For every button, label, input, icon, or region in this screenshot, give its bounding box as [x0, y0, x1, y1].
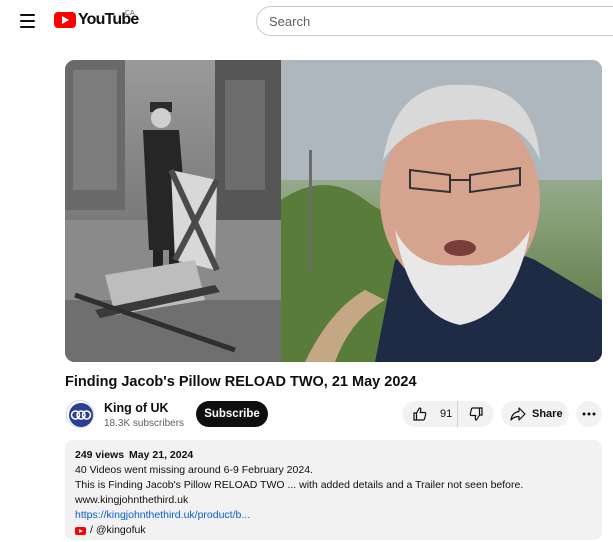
subscribe-button[interactable]: Subscribe	[196, 401, 268, 427]
share-label: Share	[532, 408, 563, 420]
channel-handle-row[interactable]: / @kingofuk	[75, 523, 592, 538]
channel-avatar[interactable]	[66, 400, 94, 428]
share-button[interactable]: Share	[501, 401, 569, 427]
video-thumbnail	[65, 60, 602, 362]
dislike-button[interactable]	[458, 401, 494, 427]
top-bar: YouTube CA Search	[0, 0, 613, 44]
channel-name[interactable]: King of UK	[104, 401, 169, 415]
description-link[interactable]: https://kingjohnthethird.uk/product/b...	[75, 509, 250, 521]
more-actions-button[interactable]	[576, 401, 602, 427]
view-count: 249 views	[75, 449, 125, 461]
description-line: www.kingjohnthethird.uk	[75, 494, 189, 506]
menu-icon[interactable]	[14, 9, 40, 33]
channel-logo-icon	[69, 403, 93, 427]
like-count: 91	[440, 408, 453, 420]
video-title: Finding Jacob's Pillow RELOAD TWO, 21 Ma…	[65, 374, 417, 390]
description-meta: 249 views May 21, 2024	[75, 448, 592, 463]
video-player[interactable]	[65, 60, 602, 362]
description-line: This is Finding Jacob's Pillow RELOAD TW…	[75, 479, 524, 491]
share-icon	[510, 407, 526, 421]
description-line: 40 Videos went missing around 6-9 Februa…	[75, 464, 313, 476]
upload-date: May 21, 2024	[129, 449, 194, 461]
like-dislike-group: 91	[402, 401, 494, 427]
like-icon	[413, 407, 427, 421]
like-button[interactable]: 91	[402, 401, 458, 427]
country-code: CA	[125, 10, 135, 17]
more-icon	[582, 412, 596, 416]
description-box[interactable]: 249 views May 21, 2024 40 Videos went mis…	[65, 440, 602, 540]
subscriber-count: 18.3K subscribers	[104, 418, 185, 429]
youtube-mini-icon	[75, 526, 86, 535]
channel-handle: / @kingofuk	[90, 524, 146, 536]
youtube-logo-icon	[54, 12, 76, 28]
search-placeholder: Search	[269, 13, 311, 29]
search-input[interactable]: Search	[256, 6, 613, 36]
dislike-icon	[469, 407, 483, 421]
